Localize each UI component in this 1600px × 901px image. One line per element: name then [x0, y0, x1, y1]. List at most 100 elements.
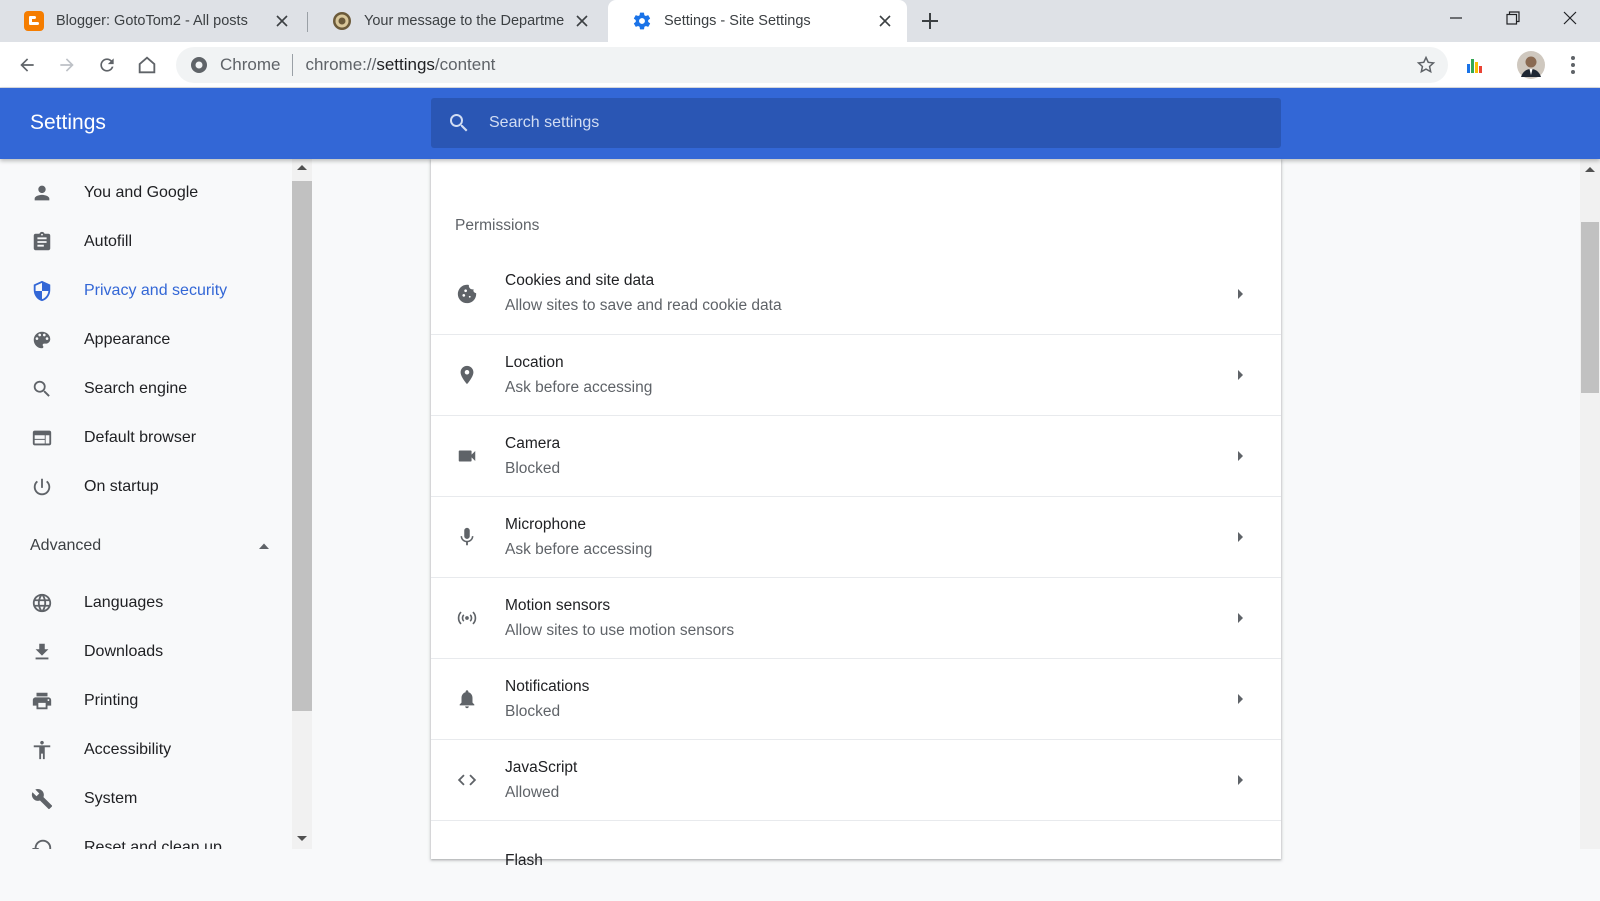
settings-header: Settings [0, 88, 1600, 159]
sidebar-item-downloads[interactable]: Downloads [0, 627, 292, 676]
extension-chart-icon[interactable] [1459, 49, 1491, 81]
tab-title: Settings - Site Settings [664, 13, 811, 29]
scrollbar-thumb[interactable] [1581, 222, 1599, 393]
row-title: Notifications [505, 677, 590, 695]
sensor-icon [455, 606, 479, 630]
close-icon[interactable] [272, 11, 292, 31]
scroll-down-arrow-icon[interactable] [297, 836, 307, 841]
location-pin-icon [455, 363, 479, 387]
reload-button[interactable] [91, 49, 123, 81]
sidebar-item-system[interactable]: System [0, 774, 292, 823]
bell-icon [455, 687, 479, 711]
row-subtitle: Ask before accessing [505, 378, 653, 396]
avatar[interactable] [1515, 49, 1547, 81]
row-text: Microphone Ask before accessing [505, 514, 1238, 561]
more-menu-icon[interactable] [1557, 49, 1589, 81]
palette-icon [30, 328, 54, 352]
row-subtitle: Ask before accessing [505, 540, 653, 558]
minimize-button[interactable] [1428, 0, 1484, 36]
sidebar-item-label: Appearance [84, 330, 171, 348]
url-text: chrome://settings/content [305, 55, 496, 74]
tab-department[interactable]: Your message to the Department [308, 0, 604, 42]
search-input[interactable] [487, 113, 1187, 133]
arrow-right-icon [1238, 775, 1243, 785]
tab-title: Your message to the Department [364, 13, 564, 29]
tab-title: Blogger: GotoTom2 - All posts [56, 13, 248, 29]
globe-icon [30, 591, 54, 615]
bookmark-star-icon[interactable] [1410, 49, 1442, 81]
row-title: Motion sensors [505, 596, 611, 614]
row-title: Cookies and site data [505, 272, 655, 289]
sidebar-item-default-browser[interactable]: Default browser [0, 413, 292, 462]
sidebar-item-accessibility[interactable]: Accessibility [0, 725, 292, 774]
blogger-icon [24, 11, 44, 31]
sidebar-item-reset[interactable]: Reset and clean up [0, 823, 292, 849]
permission-row-motion-sensors[interactable]: Motion sensors Allow sites to use motion… [431, 577, 1281, 658]
sidebar-item-privacy[interactable]: Privacy and security [0, 266, 292, 315]
address-bar[interactable]: Chrome chrome://settings/content [176, 47, 1448, 83]
forward-button[interactable] [51, 49, 83, 81]
scrollbar-thumb[interactable] [292, 181, 312, 711]
sidebar-item-label: Accessibility [84, 740, 172, 758]
close-icon[interactable] [572, 11, 592, 31]
close-icon[interactable] [875, 11, 895, 31]
seal-icon [332, 11, 352, 31]
cookie-icon [455, 282, 479, 306]
sidebar-item-label: System [84, 789, 138, 807]
permission-row-camera[interactable]: Camera Blocked [431, 415, 1281, 496]
tab-strip: Blogger: GotoTom2 - All posts Your messa… [0, 0, 1600, 42]
sidebar-item-label: Privacy and security [84, 281, 228, 299]
sidebar-item-on-startup[interactable]: On startup [0, 462, 292, 511]
printer-icon [30, 689, 54, 713]
permission-row-notifications[interactable]: Notifications Blocked [431, 658, 1281, 739]
search-icon [447, 111, 471, 135]
sidebar-item-label: Languages [84, 593, 164, 611]
tab-blogger[interactable]: Blogger: GotoTom2 - All posts [0, 0, 304, 42]
scroll-up-arrow-icon[interactable] [1585, 167, 1595, 172]
row-subtitle: Allow sites to use motion sensors [505, 621, 735, 639]
sidebar-item-label: Default browser [84, 428, 197, 446]
sidebar-item-label: Search engine [84, 379, 188, 397]
permission-row-location[interactable]: Location Ask before accessing [431, 334, 1281, 415]
arrow-right-icon [1238, 288, 1243, 299]
sidebar-item-appearance[interactable]: Appearance [0, 315, 292, 364]
permission-row-javascript[interactable]: JavaScript Allowed [431, 739, 1281, 820]
restore-button[interactable] [1485, 0, 1541, 36]
home-button[interactable] [131, 49, 163, 81]
sidebar-scrollbar[interactable] [292, 159, 312, 849]
sidebar-item-printing[interactable]: Printing [0, 676, 292, 725]
sidebar-item-label: Autofill [84, 232, 133, 250]
sidebar-item-search-engine[interactable]: Search engine [0, 364, 292, 413]
sidebar-item-autofill[interactable]: Autofill [0, 217, 292, 266]
settings-sidebar: You and Google Autofill Privacy and secu… [0, 159, 292, 849]
back-button[interactable] [11, 49, 43, 81]
advanced-label: Advanced [30, 537, 102, 554]
row-text: Flash [505, 850, 1281, 872]
tab-settings[interactable]: Settings - Site Settings [608, 0, 907, 42]
permission-row-cookies[interactable]: Cookies and site data Allow sites to sav… [431, 253, 1281, 334]
site-settings-card: Permissions Cookies and site data Allow … [431, 159, 1281, 869]
search-settings-box[interactable] [431, 98, 1281, 148]
permission-row-flash[interactable]: Flash [431, 820, 1281, 901]
browser-toolbar: Chrome chrome://settings/content [0, 42, 1600, 88]
shield-icon [30, 279, 54, 303]
new-tab-button[interactable] [918, 9, 942, 33]
row-text: Location Ask before accessing [505, 352, 1238, 399]
person-icon [30, 181, 54, 205]
scroll-up-arrow-icon[interactable] [297, 165, 307, 170]
arrow-right-icon [1238, 370, 1243, 380]
accessibility-icon [30, 738, 54, 762]
sidebar-item-languages[interactable]: Languages [0, 578, 292, 627]
omnibox-divider [292, 54, 294, 76]
microphone-icon [455, 525, 479, 549]
advanced-section-toggle[interactable]: Advanced [30, 534, 270, 558]
search-icon [30, 377, 54, 401]
sidebar-item-you-and-google[interactable]: You and Google [0, 168, 292, 217]
page-scrollbar[interactable] [1580, 159, 1600, 849]
sidebar-item-label: Reset and clean up [84, 838, 222, 850]
permission-row-microphone[interactable]: Microphone Ask before accessing [431, 496, 1281, 577]
row-subtitle: Blocked [505, 459, 561, 477]
row-title: Flash [505, 852, 543, 869]
row-title: Camera [505, 434, 561, 452]
close-window-button[interactable] [1542, 0, 1598, 36]
